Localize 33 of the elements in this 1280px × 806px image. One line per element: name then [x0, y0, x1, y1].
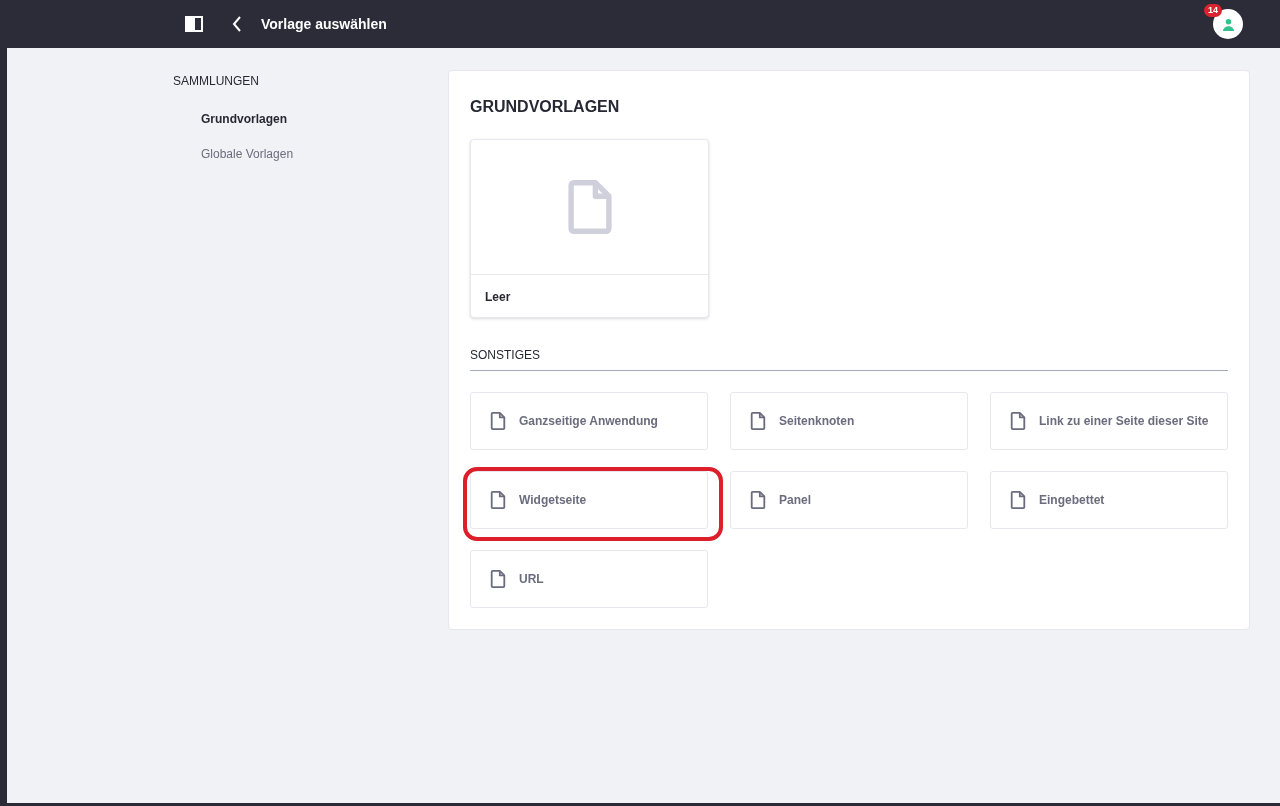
user-icon	[1221, 17, 1235, 31]
page-icon	[490, 412, 506, 430]
card-label: Ganzseitige Anwendung	[519, 413, 658, 430]
page-icon	[1010, 412, 1026, 430]
page-icon	[490, 491, 506, 509]
back-icon[interactable]	[232, 16, 242, 32]
sidebar-heading: SAMMLUNGEN	[173, 73, 260, 90]
template-card[interactable]: URL	[470, 550, 708, 608]
card-label: Link zu einer Seite dieser Site	[1039, 413, 1209, 430]
template-card[interactable]: Link zu einer Seite dieser Site	[990, 392, 1228, 450]
card-label: Widgetseite	[519, 492, 587, 509]
page-icon	[490, 570, 506, 588]
template-card[interactable]: Seitenknoten	[730, 392, 968, 450]
card-label: URL	[519, 571, 544, 588]
template-card[interactable]: Eingebettet	[990, 471, 1228, 529]
template-card[interactable]: Widgetseite	[470, 471, 708, 529]
template-card[interactable]: Ganzseitige Anwendung	[470, 392, 708, 450]
template-card[interactable]: Panel	[730, 471, 968, 529]
card-label: Panel	[779, 492, 811, 509]
sidebar-item[interactable]: Globale Vorlagen	[201, 145, 448, 163]
page-icon	[1010, 491, 1026, 509]
page-title: Vorlage auswählen	[261, 14, 387, 34]
card-label: Leer	[484, 289, 512, 306]
page-icon	[750, 491, 766, 509]
subsection-title: SONSTIGES	[470, 346, 1228, 371]
sidebar-toggle-icon[interactable]	[185, 16, 203, 32]
page-icon	[750, 412, 766, 430]
card-label: Seitenknoten	[779, 413, 855, 430]
notification-badge: 14	[1204, 4, 1222, 17]
sidebar-item[interactable]: Grundvorlagen	[201, 110, 448, 128]
card-label: Eingebettet	[1039, 492, 1105, 509]
section-title: GRUNDVORLAGEN	[470, 97, 621, 117]
template-card[interactable]: Leer	[470, 139, 709, 318]
